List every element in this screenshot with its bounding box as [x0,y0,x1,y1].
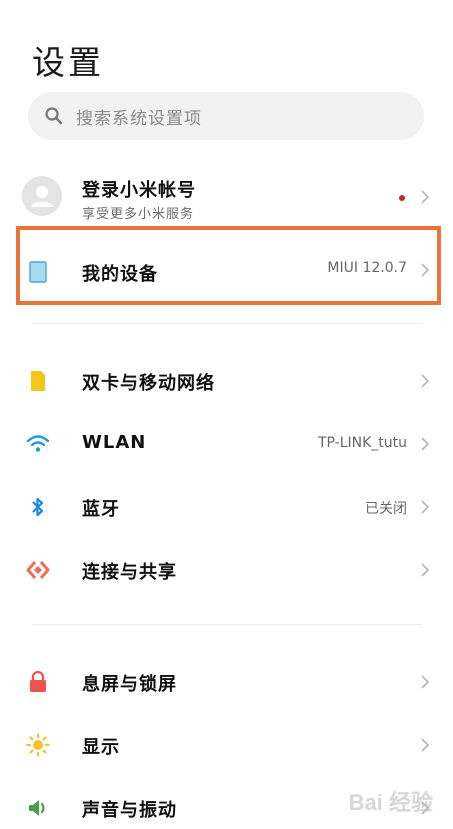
account-login-row[interactable]: 登录小米帐号 享受更多小米服务 [0,172,453,228]
search-icon [45,107,63,125]
wifi-icon [24,432,52,456]
device-icon [24,260,52,284]
chevron-right-icon [421,437,430,451]
wlan-label: WLAN [82,432,147,453]
sim-network-row[interactable]: 双卡与移动网络 [0,361,453,401]
account-subtitle: 享受更多小米服务 [82,207,195,222]
bluetooth-value: 已关闭 [365,501,407,517]
chevron-right-icon [421,263,430,277]
chevron-right-icon [421,374,430,388]
sim-network-label: 双卡与移动网络 [82,373,215,394]
chevron-right-icon [421,500,430,514]
lock-screen-label: 息屏与锁屏 [82,674,177,695]
display-row[interactable]: 显示 [0,725,453,765]
bluetooth-row[interactable]: 蓝牙 已关闭 [0,487,453,527]
display-label: 显示 [82,737,120,758]
my-device-row[interactable]: 我的设备 MIUI 12.0.7 [0,244,453,296]
wlan-value: TP-LINK_tutu [317,435,407,451]
section-divider [32,323,422,324]
speaker-icon [24,796,52,820]
miui-version: MIUI 12.0.7 [327,260,407,276]
user-icon [31,186,53,207]
chevron-right-icon [421,563,430,577]
chevron-right-icon [421,190,430,204]
bluetooth-icon [24,495,52,519]
bluetooth-label: 蓝牙 [82,499,120,520]
sun-icon [24,733,52,757]
connection-sharing-label: 连接与共享 [82,562,177,583]
search-placeholder: 搜索系统设置项 [76,108,202,129]
sound-vibration-label: 声音与振动 [82,800,177,821]
lock-screen-row[interactable]: 息屏与锁屏 [0,662,453,702]
search-bar[interactable]: 搜索系统设置项 [28,92,424,140]
sim-card-icon [24,369,52,393]
watermark: Bai 经验 [348,790,433,815]
section-divider [32,624,422,625]
wlan-row[interactable]: WLAN TP-LINK_tutu [0,424,453,464]
page-title: 设置 [32,43,104,82]
connection-sharing-row[interactable]: 连接与共享 [0,550,453,590]
chevron-right-icon [421,738,430,752]
chevron-right-icon [421,675,430,689]
account-title: 登录小米帐号 [82,180,196,201]
notification-dot [399,195,405,201]
lock-icon [24,670,52,694]
my-device-label: 我的设备 [82,264,158,285]
avatar [22,176,62,216]
share-icon [24,558,52,582]
